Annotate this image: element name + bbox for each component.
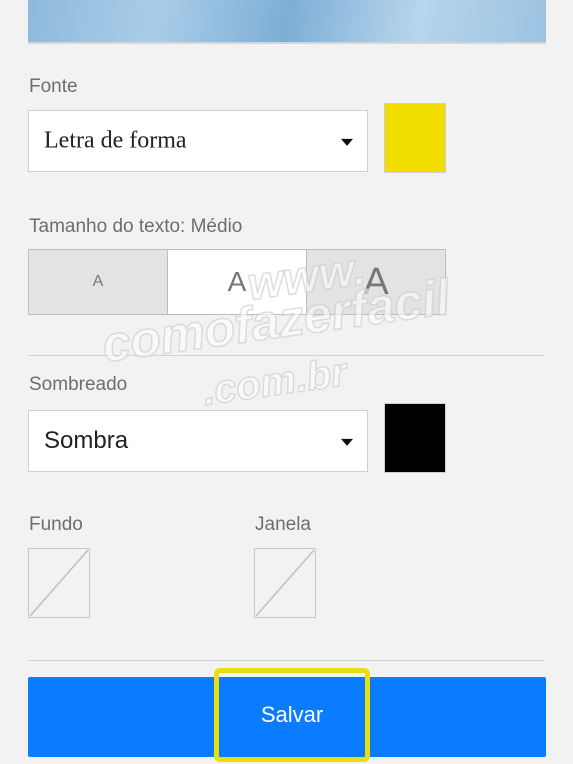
shadow-select[interactable]: Sombra: [28, 410, 368, 472]
shadow-select-value: Sombra: [44, 427, 129, 454]
watermark-line-3: .com.br: [200, 350, 352, 414]
text-size-medium-button[interactable]: A: [168, 250, 307, 314]
no-color-icon: [255, 549, 315, 617]
text-size-large-button[interactable]: A: [307, 250, 445, 314]
shadow-color-swatch[interactable]: [384, 403, 446, 473]
text-size-selector: A A A: [28, 249, 446, 315]
divider: [28, 355, 545, 356]
no-color-icon: [29, 549, 89, 617]
dropdown-arrow-icon: [341, 438, 353, 446]
window-label: Janela: [255, 514, 311, 535]
window-color-swatch[interactable]: [254, 548, 316, 618]
save-button[interactable]: Salvar: [214, 668, 370, 762]
text-size-label: Tamanho do texto: Médio: [29, 216, 243, 237]
caption-preview: [28, 0, 546, 44]
save-button-label: Salvar: [260, 702, 324, 727]
background-color-swatch[interactable]: [28, 548, 90, 618]
divider: [28, 660, 545, 661]
font-label: Fonte: [29, 76, 78, 97]
font-color-swatch[interactable]: [384, 103, 446, 173]
font-select-value: Letra de forma: [44, 127, 187, 154]
font-select[interactable]: Letra de forma: [28, 110, 368, 172]
text-size-small-button[interactable]: A: [29, 250, 168, 314]
shadow-label: Sombreado: [29, 374, 128, 395]
background-label: Fundo: [29, 514, 83, 535]
dropdown-arrow-icon: [341, 138, 353, 146]
